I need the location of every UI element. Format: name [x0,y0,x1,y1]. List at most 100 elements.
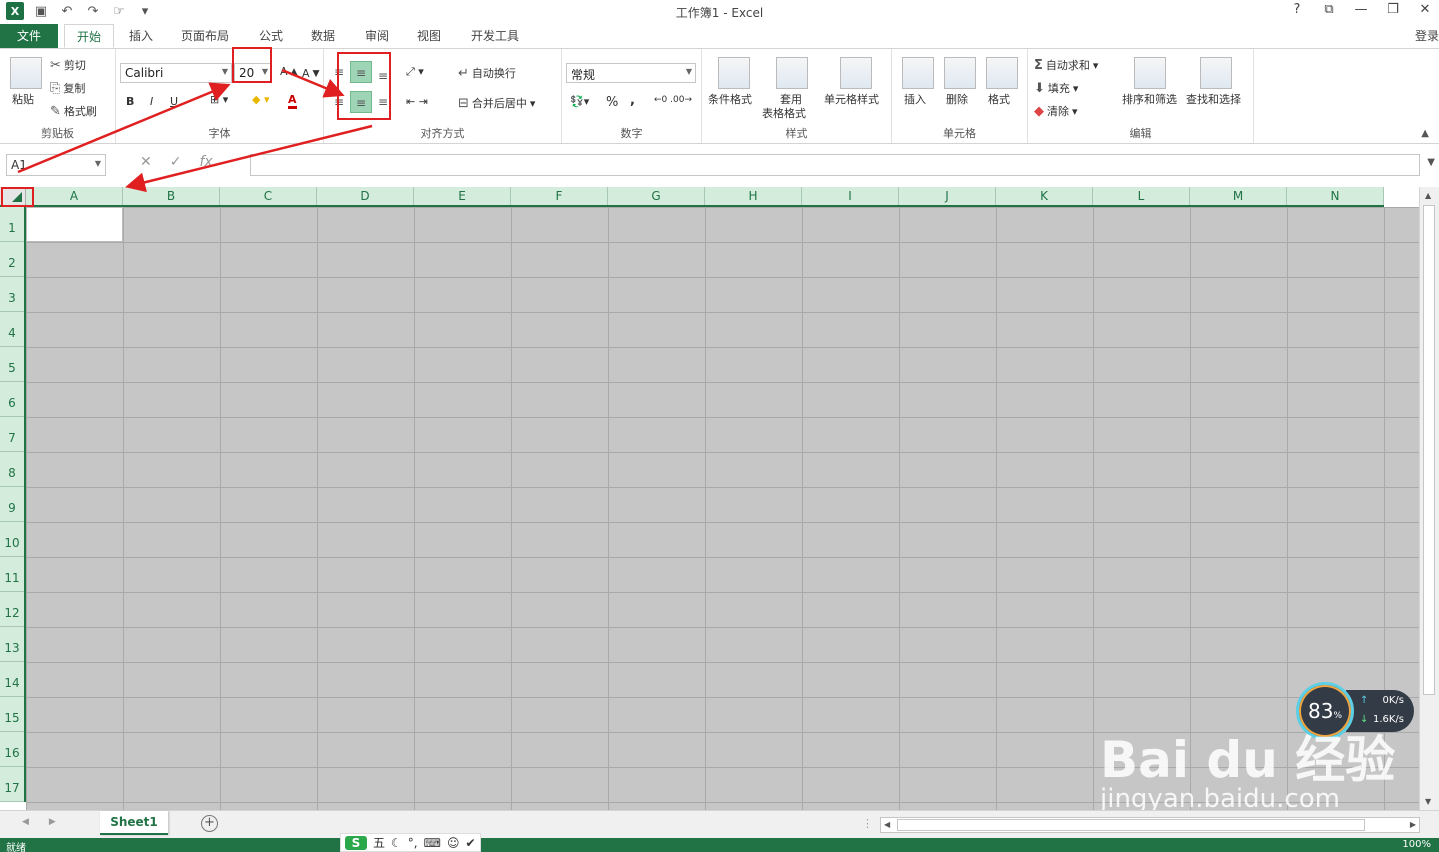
user-icon[interactable]: ☺ [447,836,460,850]
sheet-tab-sheet1[interactable]: Sheet1 [100,811,168,835]
binoculars-icon[interactable] [1200,57,1232,89]
row-header[interactable]: 16 [0,732,24,767]
tab-insert[interactable]: 插入 [118,24,164,48]
row-header[interactable]: 11 [0,557,24,592]
bold-button[interactable]: B [126,95,134,108]
next-sheet-icon[interactable]: ▶ [49,817,56,827]
cell-styles-icon[interactable] [840,57,872,89]
column-header[interactable]: B [123,187,220,205]
column-header[interactable]: D [317,187,414,205]
row-header[interactable]: 17 [0,767,24,802]
table-format-icon[interactable] [776,57,808,89]
insert-cells-button[interactable]: 插入 [904,91,926,107]
active-cell-a1[interactable] [26,207,123,242]
column-header[interactable]: N [1287,187,1384,205]
tab-review[interactable]: 审阅 [354,24,400,48]
copy-button[interactable]: ⎘ 复制 [50,80,85,96]
number-format-combo[interactable]: 常规 ▼ [566,63,696,83]
grow-font-icon[interactable]: A ▲ [280,65,298,78]
column-header[interactable]: E [414,187,511,205]
font-name-combo[interactable]: Calibri ▼ [120,63,232,83]
column-header[interactable]: L [1093,187,1190,205]
help-button[interactable]: ? [1289,2,1305,20]
indent-icons[interactable]: ⇤ ⇥ [406,95,428,108]
italic-button[interactable]: I [150,95,153,108]
comma-button[interactable]: , [630,93,635,108]
border-icon[interactable]: ⊞ ▾ [210,93,228,106]
conditional-format-button[interactable]: 条件格式 [708,91,752,107]
cut-button[interactable]: ✂ 剪切 [50,57,86,73]
tab-developer[interactable]: 开发工具 [462,24,528,48]
expand-formula-icon[interactable]: ▼ [1427,157,1435,168]
scroll-left-icon[interactable]: ◀ [884,820,890,829]
wrench-icon[interactable]: ✔ [465,836,475,850]
shrink-font-icon[interactable]: A ▼ [302,67,320,80]
column-header[interactable]: M [1190,187,1287,205]
currency-icon[interactable]: 💱▾ [570,95,589,108]
hscroll-thumb[interactable] [897,819,1365,831]
row-header[interactable]: 1 [0,207,24,242]
column-header[interactable]: G [608,187,705,205]
minimize-icon[interactable]: — [1353,2,1369,20]
row-header[interactable]: 4 [0,312,24,347]
column-header[interactable]: A [26,187,123,205]
cell-styles-button[interactable]: 单元格样式 [824,91,879,107]
row-header[interactable]: 2 [0,242,24,277]
close-icon[interactable]: ✕ [1417,2,1433,20]
tab-home[interactable]: 开始 [64,24,114,48]
column-header[interactable]: C [220,187,317,205]
format-painter-button[interactable]: ✎ 格式刷 [50,103,97,119]
format-cells-button[interactable]: 格式 [988,91,1010,107]
row-header[interactable]: 15 [0,697,24,732]
format-cells-icon[interactable] [986,57,1018,89]
horizontal-scrollbar[interactable]: ◀ ▶ [880,817,1420,833]
row-header[interactable]: 6 [0,382,24,417]
collapse-ribbon-icon[interactable]: ▲ [1421,128,1429,139]
decimal-icons[interactable]: ←0 .00→ [654,95,692,105]
add-sheet-button[interactable]: + [201,815,218,832]
login-link[interactable]: 登录 [1415,27,1439,44]
tab-view[interactable]: 视图 [406,24,452,48]
paste-icon[interactable] [10,57,42,89]
row-header[interactable]: 5 [0,347,24,382]
autosum-button[interactable]: Σ 自动求和 ▾ [1034,57,1098,73]
row-header[interactable]: 10 [0,522,24,557]
vertical-scrollbar[interactable]: ▲ ▼ [1419,187,1439,810]
insert-function-button[interactable]: fx [199,154,212,170]
moon-icon[interactable]: ☾ [391,836,402,850]
prev-sheet-icon[interactable]: ◀ [22,817,29,827]
scroll-down-icon[interactable]: ▼ [1425,797,1431,806]
tab-data[interactable]: 数据 [300,24,346,48]
row-header[interactable]: 13 [0,627,24,662]
formula-input[interactable] [250,154,1420,176]
ime-mode[interactable]: 五 [373,834,385,851]
wrap-text-button[interactable]: ↵ 自动换行 [458,65,516,81]
column-header[interactable]: I [802,187,899,205]
name-box[interactable]: A1 ▼ [6,154,106,176]
split-handle-icon[interactable]: ⋮ [862,817,873,830]
column-header[interactable]: J [899,187,996,205]
row-header[interactable]: 12 [0,592,24,627]
underline-button[interactable]: U [170,95,178,108]
scroll-right-icon[interactable]: ▶ [1410,820,1416,829]
row-header[interactable]: 8 [0,452,24,487]
row-header[interactable]: 14 [0,662,24,697]
zoom-level[interactable]: 100% [1402,839,1431,850]
font-color-button[interactable]: A [288,93,297,109]
orientation-icon[interactable]: ⤢ ▾ [406,65,424,79]
sort-filter-button[interactable]: 排序和筛选 [1122,91,1177,107]
scroll-thumb[interactable] [1423,205,1435,695]
tab-page-layout[interactable]: 页面布局 [172,24,238,48]
merge-center-button[interactable]: ⊟ 合并后居中 ▾ [458,95,535,111]
row-header[interactable]: 7 [0,417,24,452]
percent-button[interactable]: % [606,95,618,110]
paste-button[interactable]: 粘贴 [12,91,34,107]
insert-cells-icon[interactable] [902,57,934,89]
fill-button[interactable]: ⬇ 填充 ▾ [1034,80,1078,96]
clear-button[interactable]: ◆ 清除 ▾ [1034,103,1078,119]
punctuation-icon[interactable]: °, [408,836,418,850]
restore-icon[interactable]: ❐ [1385,2,1401,20]
column-header[interactable]: K [996,187,1093,205]
sogou-logo[interactable]: S [345,835,367,850]
column-header[interactable]: F [511,187,608,205]
